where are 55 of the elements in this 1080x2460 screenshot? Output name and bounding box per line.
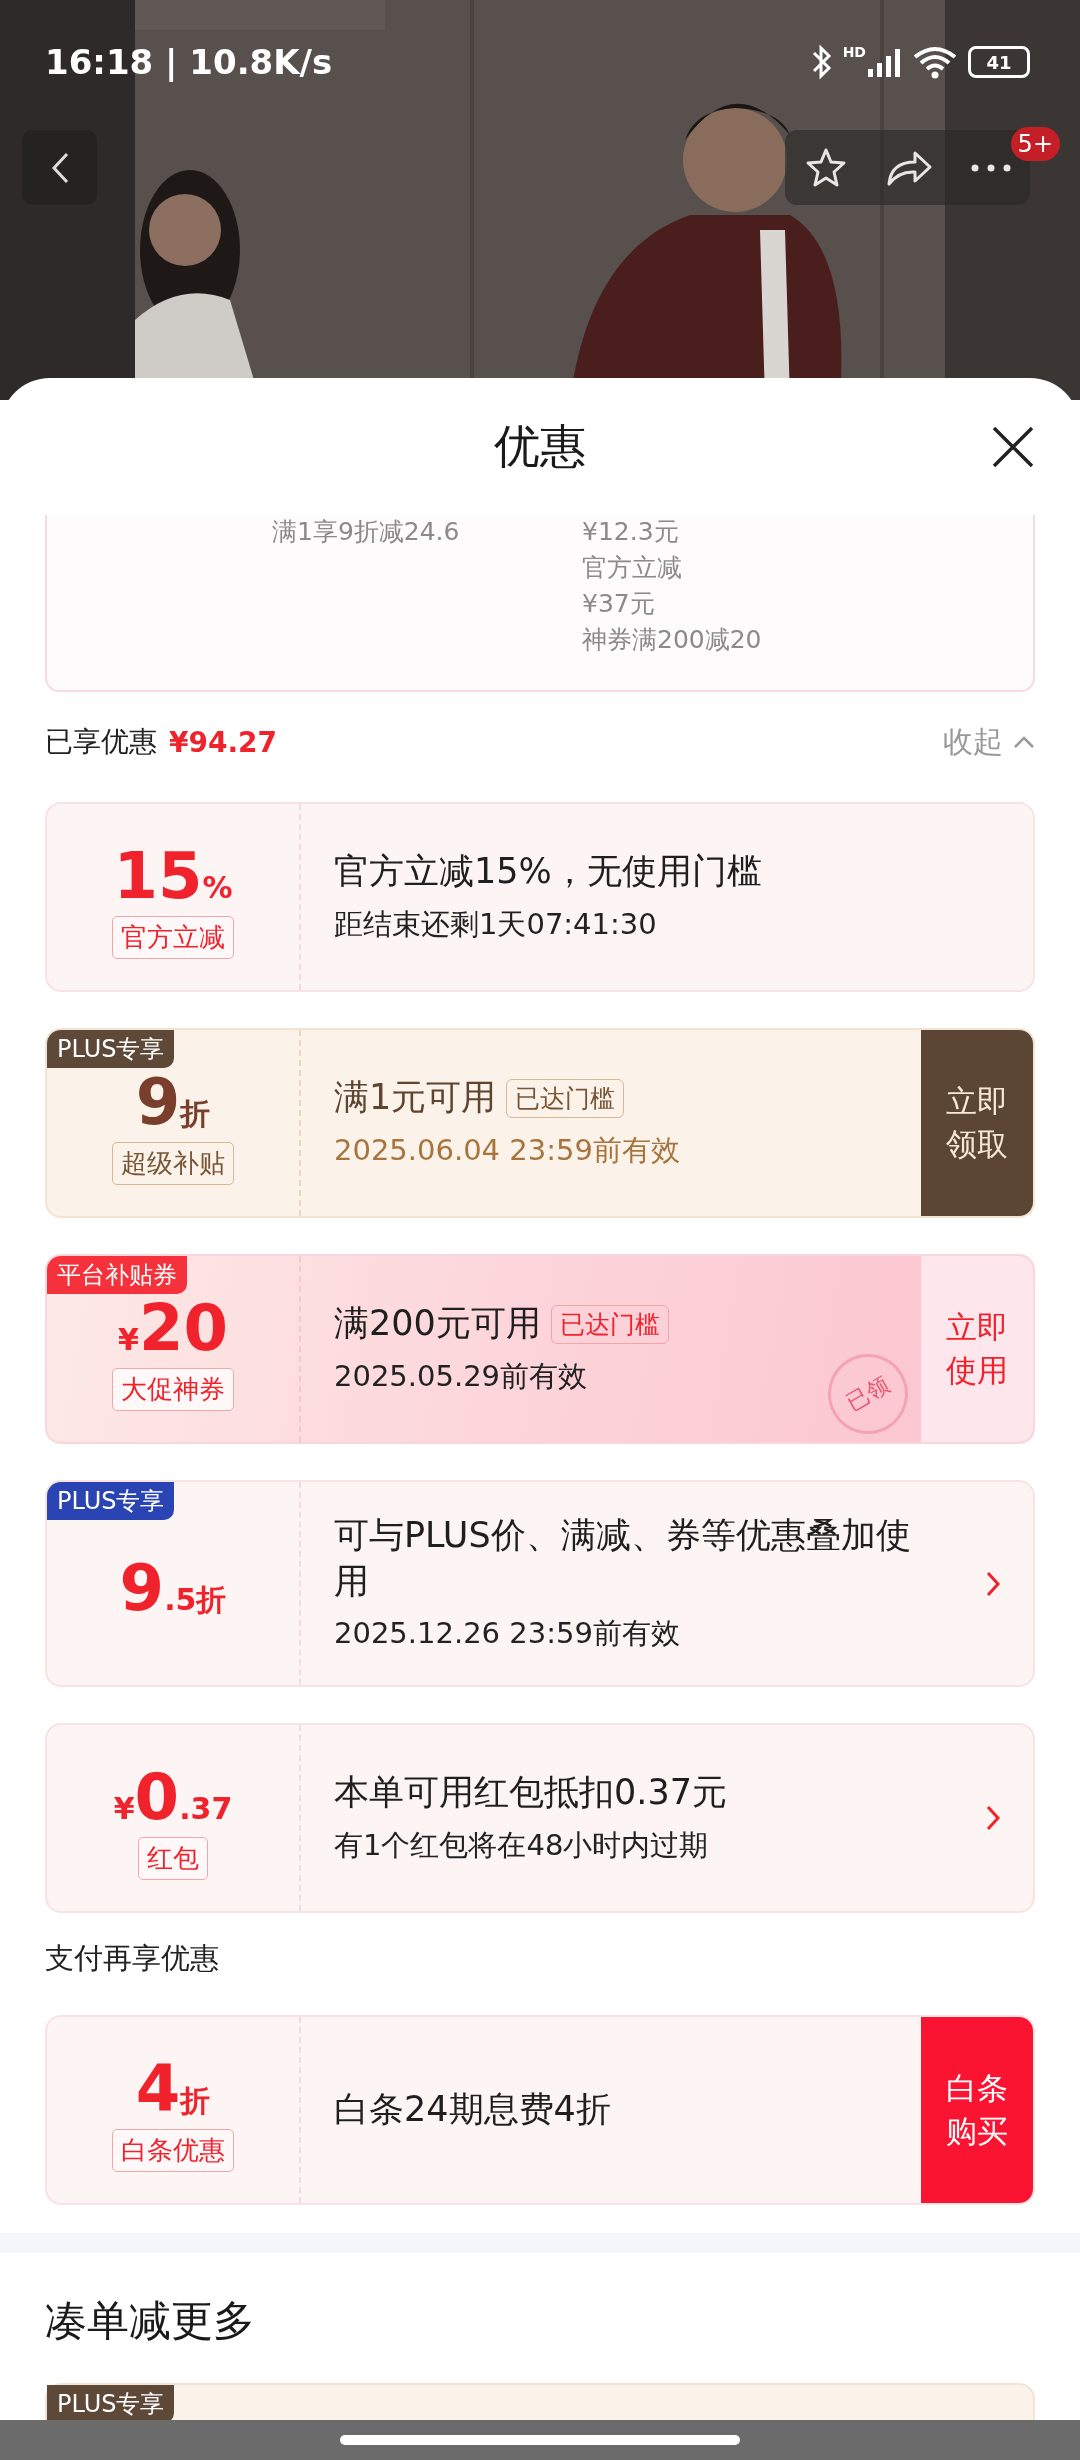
savings-amount: ¥94.27 <box>169 725 278 759</box>
threshold-tag: 已达门槛 <box>506 1078 625 1118</box>
battery-level: 41 <box>986 51 1012 73</box>
coupon-badge: 平台补贴券 <box>47 1256 187 1294</box>
discount-value: ¥20 <box>118 1295 228 1360</box>
coupon-validity: 距结束还剩1天07:41:30 <box>334 905 657 943</box>
coupon-title: 满200元可用 <box>334 1302 541 1346</box>
claim-button[interactable]: 立即使用 <box>921 1256 1033 1442</box>
coupon-type-tag: 白条优惠 <box>112 2128 234 2172</box>
savings-label: 已享优惠 <box>45 724 157 760</box>
threshold-tag: 已达门槛 <box>550 1304 669 1344</box>
coupon-validity: 有1个红包将在48小时内过期 <box>334 1826 709 1864</box>
discount-value: 4折 <box>135 2056 211 2121</box>
bluetooth-icon <box>810 44 833 80</box>
claim-button[interactable]: 立即领取 <box>921 1030 1033 1216</box>
coupon-validity: 2025.05.29前有效 <box>334 1357 588 1395</box>
discount-value: 9.5折 <box>119 1555 227 1620</box>
coupon-type-tag: 红包 <box>138 1836 208 1880</box>
coupon-type-tag: 官方立减 <box>112 915 234 959</box>
back-icon <box>49 150 70 185</box>
more-icon[interactable] <box>969 162 1012 173</box>
coupon-title: 官方立减15%，无使用门槛 <box>334 850 762 894</box>
coupon-validity: 2025.06.04 23:59前有效 <box>334 1131 680 1169</box>
coupon-title: 满1元可用 <box>334 1076 497 1120</box>
section-title: 支付再享优惠 <box>44 1940 220 1977</box>
coupon-title: 可与PLUS价、满减、券等优惠叠加使用 <box>334 1514 912 1603</box>
breakdown-text: 官方立减 <box>582 553 683 583</box>
discount-value: 9折 <box>135 1069 211 1134</box>
chevron-right-icon[interactable] <box>985 1569 1001 1598</box>
breakdown-text: 满1享9折减24.6 <box>272 517 461 547</box>
signal-icon <box>868 47 902 77</box>
coupon-badge: PLUS专享 <box>47 1030 175 1068</box>
discount-value: 15% <box>113 843 233 908</box>
breakdown-text: ¥12.3元 <box>582 517 680 547</box>
chevron-right-icon[interactable] <box>985 1804 1001 1832</box>
coupon-type-tag: 超级补贴 <box>112 1141 234 1185</box>
status-time: 16:18 | 10.8K/s <box>45 42 333 82</box>
discount-value: ¥0.37 <box>113 1764 233 1829</box>
buy-button[interactable]: 白条购买 <box>921 2017 1033 2203</box>
back-button[interactable] <box>22 130 97 205</box>
coupon-validity: 2025.12.26 23:59前有效 <box>334 1615 680 1652</box>
coupon-title: 本单可用红包抵扣0.37元 <box>334 1771 727 1815</box>
coupon-badge: PLUS专享 <box>47 1482 175 1520</box>
close-button[interactable] <box>991 425 1035 469</box>
section-title: 凑单减更多 <box>44 2295 256 2347</box>
chevron-up-icon <box>1013 735 1035 749</box>
network-type-label: HD <box>842 44 866 60</box>
wifi-icon <box>912 45 958 79</box>
collapse-button[interactable]: 收起 <box>943 721 1035 763</box>
breakdown-text: ¥37元 <box>582 589 656 619</box>
coupon-title: 白条24期息费4折 <box>334 2088 611 2132</box>
sheet-title: 优惠 <box>494 417 586 475</box>
coupon-type-tag: 大促神券 <box>112 1367 234 1411</box>
breakdown-text: 神券满200减20 <box>582 625 762 655</box>
coupon-badge: PLUS专享 <box>47 2385 175 2420</box>
